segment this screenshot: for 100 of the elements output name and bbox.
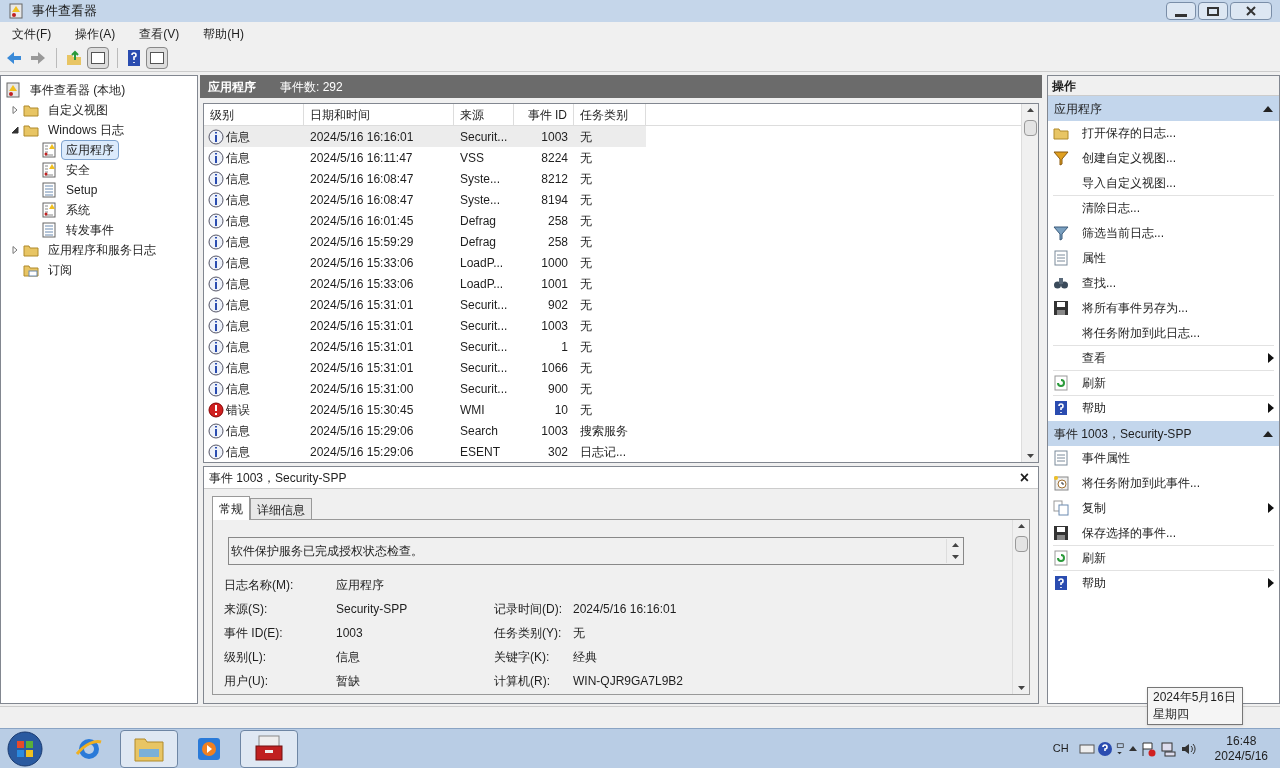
field-value: 暂缺 [336, 673, 361, 690]
panel-toggle-button[interactable] [146, 47, 168, 69]
tree-item[interactable]: 应用程序和服务日志 [43, 240, 161, 260]
action-item[interactable]: 打开保存的日志... [1053, 121, 1274, 145]
column-header[interactable]: 来源 [454, 104, 514, 125]
taskbar-app[interactable] [240, 729, 298, 768]
field-value: Security-SPP [336, 601, 409, 618]
detail-scrollbar[interactable] [1012, 520, 1029, 694]
table-row[interactable]: 信息 2024/5/16 15:31:01 Securit... 902 无 [204, 294, 646, 315]
table-row[interactable]: 信息 2024/5/16 15:31:01 Securit... 1003 无 [204, 315, 646, 336]
tab[interactable]: 常规 [212, 496, 250, 520]
action-item[interactable]: 刷新 [1053, 371, 1274, 395]
folder-up-icon [65, 50, 83, 66]
table-cell-text: Securit... [459, 296, 509, 314]
info-icon [208, 149, 224, 166]
table-row[interactable]: 信息 2024/5/16 15:33:06 LoadP... 1000 无 [204, 252, 646, 273]
action-item[interactable]: 保存选择的事件... [1053, 521, 1274, 545]
taskbar-app[interactable] [120, 729, 178, 768]
table-cell-text: 10 [553, 401, 569, 419]
language-indicator[interactable]: CH [1052, 740, 1069, 757]
tree-item[interactable]: 订阅 [43, 260, 77, 280]
action-item[interactable]: 刷新 [1053, 546, 1274, 570]
log-name: 应用程序 [208, 78, 256, 96]
close-button[interactable]: × [1015, 469, 1033, 486]
column-header[interactable]: 日期和时间 [304, 104, 454, 125]
action-item[interactable]: 查看 [1053, 346, 1274, 370]
section-header[interactable]: 事件 1003，Security-SPP [1048, 421, 1279, 446]
close-button[interactable] [1230, 2, 1272, 20]
action-item[interactable]: 将所有事件另存为... [1053, 296, 1274, 320]
column-header[interactable]: 任务类别 [574, 104, 646, 125]
action-item[interactable]: 创建自定义视图... [1053, 146, 1274, 170]
table-cell-text: Defrag [459, 212, 498, 230]
tree-item[interactable]: Windows 日志 [43, 120, 129, 140]
field-label: 任务类别(Y): [494, 625, 563, 642]
table-row[interactable]: 信息 2024/5/16 16:01:45 Defrag 258 无 [204, 210, 646, 231]
tab[interactable]: 详细信息 [250, 498, 312, 519]
tree-item[interactable]: 事件查看器 (本地) [25, 80, 131, 100]
table-row[interactable]: 信息 2024/5/16 16:08:47 Syste... 8194 无 [204, 189, 646, 210]
tree-item[interactable]: Setup [61, 180, 103, 200]
table-row[interactable]: 错误 2024/5/16 15:30:45 WMI 10 无 [204, 399, 646, 420]
menu-item[interactable]: 查看(V) [135, 24, 184, 43]
table-cell-text: 搜索服务 [579, 422, 629, 440]
collapse-arrow-icon[interactable] [1263, 430, 1273, 437]
action-item[interactable]: 将任务附加到此日志... [1053, 321, 1274, 345]
field-label: 关键字(K): [494, 649, 551, 666]
table-row[interactable]: 信息 2024/5/16 15:33:06 LoadP... 1001 无 [204, 273, 646, 294]
table-cell-text: WMI [459, 401, 486, 419]
tree-item[interactable]: 系统 [61, 200, 95, 220]
info-icon [208, 128, 224, 145]
action-item[interactable]: 帮助 [1053, 571, 1274, 595]
table-cell-text: 2024/5/16 16:01:45 [309, 212, 415, 230]
action-item[interactable]: 属性 [1053, 246, 1274, 270]
collapse-arrow-icon[interactable] [11, 126, 19, 134]
action-item[interactable]: 查找... [1053, 271, 1274, 295]
table-row[interactable]: 信息 2024/5/16 15:29:06 ESENT 302 日志记... [204, 441, 646, 462]
expand-arrow-icon[interactable] [11, 106, 19, 114]
table-cell-text: 信息 [226, 170, 250, 188]
action-item[interactable]: 复制 [1053, 496, 1274, 520]
table-cell-text: 2024/5/16 15:33:06 [309, 275, 415, 293]
collapse-arrow-icon[interactable] [1263, 105, 1273, 112]
start-button[interactable] [4, 728, 46, 768]
info-icon [208, 443, 224, 460]
scroll-thumb[interactable] [1023, 120, 1037, 136]
menu-item[interactable]: 文件(F) [8, 24, 56, 43]
menu-item[interactable]: 帮助(H) [199, 24, 248, 43]
action-item[interactable]: 事件属性 [1053, 446, 1274, 470]
scroll-thumb[interactable] [1014, 536, 1028, 552]
tree-item[interactable]: 转发事件 [61, 220, 119, 240]
action-item[interactable]: 将任务附加到此事件... [1053, 471, 1274, 495]
action-item[interactable]: 导入自定义视图... [1053, 171, 1274, 195]
panel-toggle-button[interactable] [87, 47, 109, 69]
event-count: 事件数: 292 [280, 78, 343, 96]
table-row[interactable]: 信息 2024/5/16 15:31:00 Securit... 900 无 [204, 378, 646, 399]
table-row[interactable]: 信息 2024/5/16 15:31:01 Securit... 1 无 [204, 336, 646, 357]
table-row[interactable]: 信息 2024/5/16 15:59:29 Defrag 258 无 [204, 231, 646, 252]
clock[interactable]: 16:48 2024/5/16 [1206, 733, 1276, 764]
restore-button[interactable] [1198, 2, 1228, 20]
section-header[interactable]: 应用程序 [1048, 96, 1279, 121]
column-header[interactable]: 事件 ID [514, 104, 574, 125]
event-log-icon [41, 202, 57, 218]
minimize-button[interactable] [1166, 2, 1196, 20]
table-row[interactable]: 信息 2024/5/16 15:31:01 Securit... 1066 无 [204, 357, 646, 378]
expand-arrow-icon[interactable] [11, 246, 19, 254]
table-cell-text: 1000 [540, 254, 569, 272]
date-tooltip: 2024年5月16日 星期四 [1147, 687, 1243, 725]
table-row[interactable]: 信息 2024/5/16 15:29:06 Search 1003 搜索服务 [204, 420, 646, 441]
info-icon [208, 422, 224, 439]
table-row[interactable]: 信息 2024/5/16 16:11:47 VSS 8224 无 [204, 147, 646, 168]
menu-item[interactable]: 操作(A) [71, 24, 120, 43]
table-row[interactable]: 信息 2024/5/16 16:16:01 Securit... 1003 无 [204, 126, 646, 147]
action-item[interactable]: 清除日志... [1053, 196, 1274, 220]
scrollbar[interactable] [1021, 104, 1038, 462]
tree-item[interactable]: 应用程序 [61, 140, 119, 160]
action-item[interactable]: 筛选当前日志... [1053, 221, 1274, 245]
tree-item[interactable]: 自定义视图 [43, 100, 113, 120]
table-row[interactable]: 信息 2024/5/16 16:08:47 Syste... 8212 无 [204, 168, 646, 189]
field-label: 记录时间(D): [494, 601, 563, 618]
tree-item[interactable]: 安全 [61, 160, 95, 180]
column-header[interactable]: 级别 [204, 104, 304, 125]
action-item[interactable]: 帮助 [1053, 396, 1274, 420]
